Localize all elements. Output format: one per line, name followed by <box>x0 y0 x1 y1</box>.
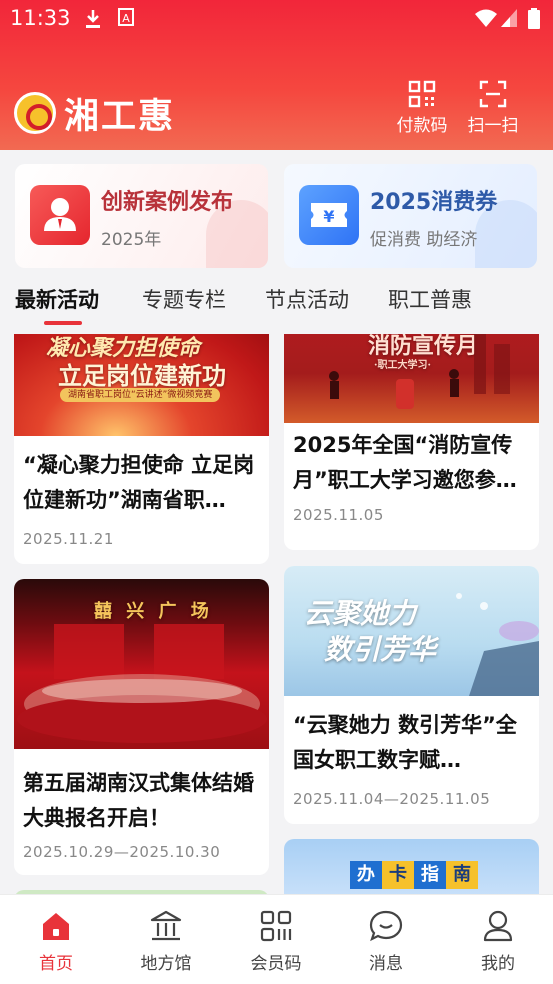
nav-local-pavilion[interactable]: 地方馆 <box>126 909 206 974</box>
pay-code-button[interactable]: 付款码 <box>387 80 457 136</box>
active-tab-indicator <box>44 321 82 325</box>
profile-icon <box>483 910 513 942</box>
bottom-navigation: 首页 地方馆 会员码 消息 我的 <box>0 894 553 984</box>
card-image: 凝心聚力担使命 立足岗位建新功 湖南省职工岗位“云讲述”微视频竞赛 <box>14 334 269 436</box>
nav-profile[interactable]: 我的 <box>458 909 538 974</box>
image-headline: 立足岗位建新功 <box>58 361 226 390</box>
coupon-yen-icon: ¥ <box>299 185 359 245</box>
svg-text:¥: ¥ <box>323 207 334 226</box>
tab-worker-benefits[interactable]: 职工普惠 <box>388 284 472 314</box>
image-headline-char: 卡 <box>382 861 414 889</box>
building-icon <box>150 910 182 941</box>
a-icon: A <box>118 8 134 26</box>
tab-special-columns[interactable]: 专题专栏 <box>142 284 226 314</box>
app-header: 11:33 A 湘工惠 付款码 扫一扫 <box>0 0 553 150</box>
nav-label: 我的 <box>481 954 515 974</box>
wedding-crowd-illustration <box>17 624 267 743</box>
activity-card[interactable]: 云聚她力 数引芳华 “云聚她力 数引芳华”全国女职工数字赋… 2025.11.0… <box>284 566 539 824</box>
card-title: 第五届湖南汉式集体结婚大典报名开启！ <box>23 771 254 830</box>
promo-subtitle: 促消费 助经济 <box>370 230 478 250</box>
promo-title: 2025消费券 <box>370 190 498 215</box>
tab-node-activities[interactable]: 节点活动 <box>265 284 349 314</box>
signal-icon <box>501 9 517 27</box>
card-date: 2025.10.29—2025.10.30 <box>23 843 221 861</box>
battery-icon <box>528 8 540 29</box>
card-date: 2025.11.04—2025.11.05 <box>293 790 491 808</box>
scan-icon <box>479 80 507 108</box>
image-headline-char: 指 <box>414 861 446 889</box>
message-icon <box>369 910 403 942</box>
pay-code-label: 付款码 <box>396 116 448 136</box>
member-code-icon <box>260 910 292 942</box>
status-bar: 11:33 A <box>0 0 553 36</box>
person-icon <box>30 185 90 245</box>
nav-messages[interactable]: 消息 <box>346 909 426 974</box>
card-image: 消防宣传月 ·职工大学习· <box>284 334 539 423</box>
card-image: 云聚她力 数引芳华 <box>284 566 539 696</box>
scan-button[interactable]: 扫一扫 <box>458 80 528 136</box>
nav-label: 首页 <box>39 954 73 974</box>
activity-card[interactable]: 凝心聚力担使命 立足岗位建新功 湖南省职工岗位“云讲述”微视频竞赛 “凝心聚力担… <box>14 334 269 564</box>
nav-home[interactable]: 首页 <box>16 909 96 974</box>
card-date: 2025.11.21 <box>23 530 114 548</box>
activity-card[interactable]: 消防宣传月 ·职工大学习· 2025年全国“消防宣传月”职工大学习邀您参… 20… <box>284 334 539 550</box>
svg-text:A: A <box>122 12 130 25</box>
union-logo-icon <box>14 92 56 134</box>
tab-latest-activities[interactable]: 最新活动 <box>15 284 99 314</box>
card-title: “凝心聚力担使命 立足岗位建新功”湖南省职… <box>23 453 255 512</box>
image-headline-char: 办 <box>350 861 382 889</box>
activity-feed: 凝心聚力担使命 立足岗位建新功 湖南省职工岗位“云讲述”微视频竞赛 “凝心聚力担… <box>0 334 553 894</box>
nav-label: 会员码 <box>250 954 302 974</box>
home-icon <box>43 913 69 940</box>
firefighter-illustration <box>329 334 510 409</box>
promo-card-innovation[interactable]: 创新案例发布 2025年 <box>15 164 268 268</box>
flower-illustration <box>456 593 539 696</box>
category-tabs: 最新活动 专题专栏 节点活动 职工普惠 <box>0 280 553 330</box>
card-title: “云聚她力 数引芳华”全国女职工数字赋… <box>293 713 517 772</box>
activity-card[interactable]: 办 卡 指 南 <box>284 839 539 894</box>
nav-label: 地方馆 <box>140 954 192 974</box>
promo-card-coupon[interactable]: ¥ 2025消费券 促消费 助经济 <box>284 164 537 268</box>
status-time: 11:33 <box>10 6 71 30</box>
download-icon <box>86 10 100 28</box>
card-image: 囍 兴 广 场 <box>14 579 269 749</box>
nav-member-code[interactable]: 会员码 <box>236 909 316 974</box>
card-title: 2025年全国“消防宣传月”职工大学习邀您参… <box>293 433 517 492</box>
activity-card[interactable]: 囍 兴 广 场 第五届湖南汉式集体结婚大典报名开启！ 2025.10.29—20… <box>14 579 269 875</box>
wifi-icon <box>475 9 497 27</box>
scan-label: 扫一扫 <box>467 116 519 136</box>
app-title: 湘工惠 <box>64 96 176 137</box>
card-date: 2025.11.05 <box>293 506 384 524</box>
image-caption: 湖南省职工岗位“云讲述”微视频竞赛 <box>60 388 221 402</box>
image-headline-char: 南 <box>446 861 478 889</box>
promo-subtitle: 2025年 <box>101 230 162 250</box>
nav-label: 消息 <box>369 954 403 974</box>
qr-code-icon <box>408 80 436 108</box>
promo-title: 创新案例发布 <box>101 190 234 215</box>
